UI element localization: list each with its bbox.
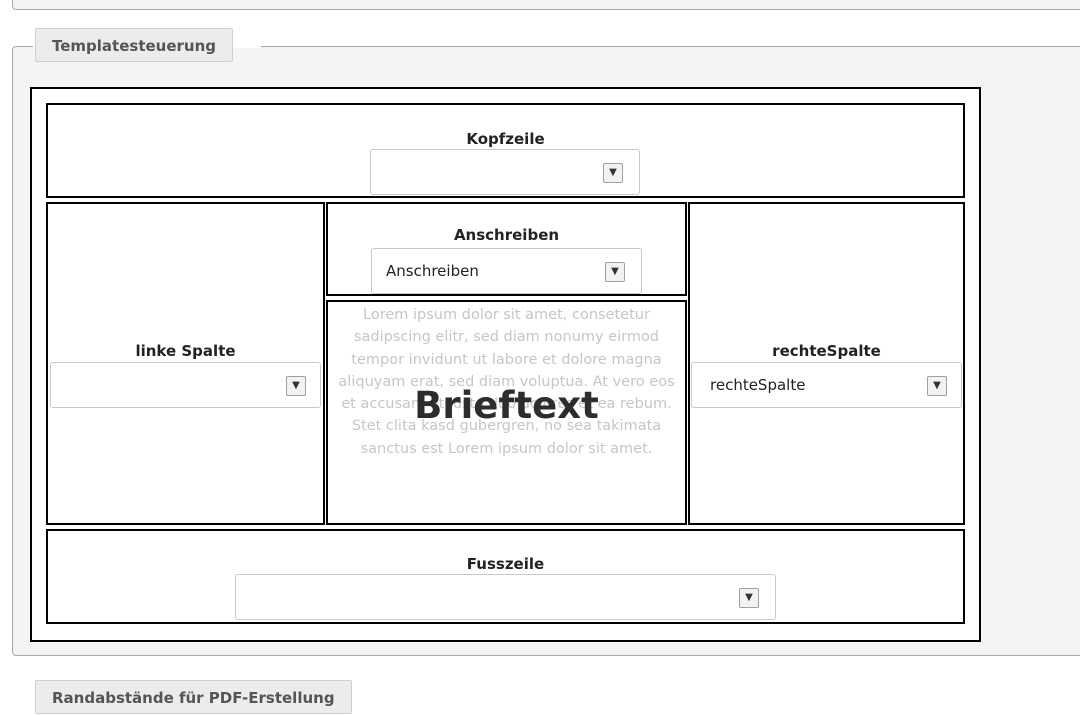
chevron-down-icon: ▼ (286, 376, 306, 396)
left-column-cell: linke Spalte ▼ (46, 202, 325, 525)
chevron-down-icon: ▼ (927, 376, 947, 396)
anschreiben-label: Anschreiben (453, 226, 560, 244)
right-column-label: rechteSpalte (772, 342, 881, 360)
footer-select[interactable]: ▼ (235, 574, 776, 620)
footer-label: Fusszeile (466, 555, 545, 573)
brieftext-cell: Lorem ipsum dolor sit amet, consetetur s… (326, 300, 687, 525)
right-column-cell: rechteSpalte rechteSpalte ▼ (688, 202, 965, 525)
template-layout: Kopfzeile ▼ linke Spalte ▼ Anschreiben A… (30, 87, 981, 642)
anschreiben-select[interactable]: Anschreiben ▼ (371, 248, 642, 294)
chevron-down-icon: ▼ (605, 262, 625, 282)
left-column-label: linke Spalte (135, 342, 236, 360)
header-label: Kopfzeile (466, 130, 545, 148)
right-column-select[interactable]: rechteSpalte ▼ (691, 362, 962, 408)
template-control-legend: Templatesteuerung (35, 28, 234, 62)
brieftext-placeholder: Lorem ipsum dolor sit amet, consetetur s… (338, 307, 675, 457)
footer-cell: Fusszeile ▼ (46, 529, 965, 624)
left-column-select[interactable]: ▼ (50, 362, 321, 408)
anschreiben-cell: Anschreiben Anschreiben ▼ (326, 202, 687, 296)
chevron-down-icon: ▼ (739, 588, 759, 608)
previous-fieldset-edge (12, 0, 1080, 10)
brieftext-title: Brieftext (414, 384, 599, 427)
header-cell: Kopfzeile ▼ (46, 103, 965, 198)
chevron-down-icon: ▼ (603, 163, 623, 183)
pdf-margins-legend: Randabstände für PDF-Erstellung (35, 680, 352, 714)
header-select[interactable]: ▼ (370, 149, 640, 195)
